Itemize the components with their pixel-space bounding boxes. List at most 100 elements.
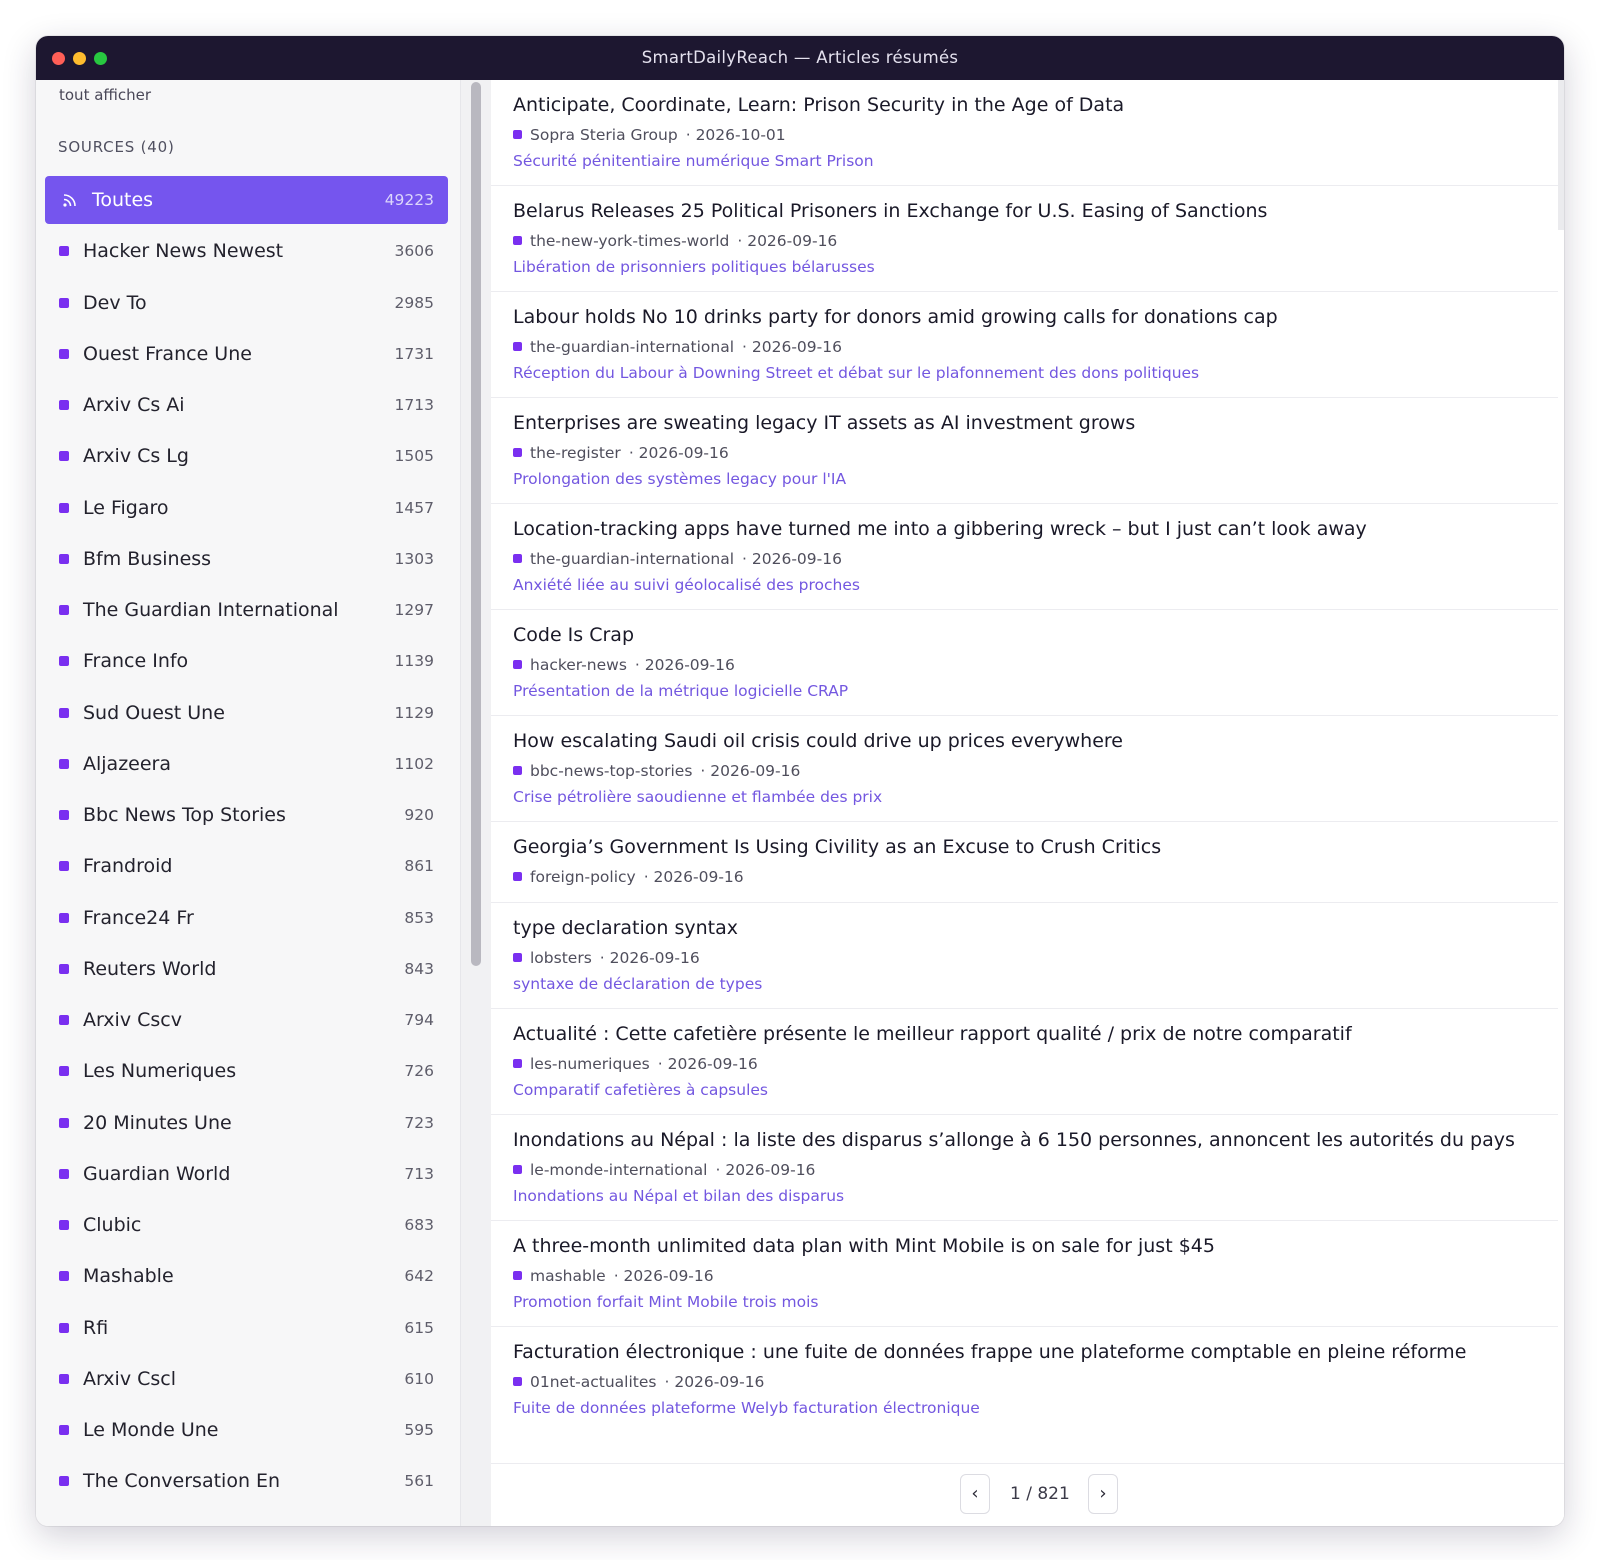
article-title[interactable]: Enterprises are sweating legacy IT asset… [513,412,1135,434]
article-source: bbc-news-top-stories [530,762,693,780]
source-item[interactable]: France Info 1139 [45,637,448,685]
article-title[interactable]: A three-month unlimited data plan with M… [513,1235,1215,1257]
article-summary[interactable]: Comparatif cafetières à capsules [513,1081,768,1099]
article-summary[interactable]: syntaxe de déclaration de types [513,975,762,993]
source-color-bullet [59,861,69,872]
article-title[interactable]: Facturation électronique : une fuite de … [513,1341,1466,1363]
source-color-bullet [513,1059,522,1068]
article-summary[interactable]: Anxiété liée au suivi géolocalisé des pr… [513,576,860,594]
article-item[interactable]: Enterprises are sweating legacy IT asset… [491,398,1558,504]
article-summary[interactable]: Inondations au Népal et bilan des dispar… [513,1187,844,1205]
article-summary[interactable]: Fuite de données plateforme Welyb factur… [513,1399,980,1417]
source-item-all[interactable]: Toutes 49223 [45,176,448,224]
source-item[interactable]: Arxiv Cs Ai 1713 [45,381,448,429]
article-item[interactable]: Anticipate, Coordinate, Learn: Prison Se… [491,80,1558,186]
article-item[interactable]: type declaration syntax lobsters · 2026-09… [491,903,1558,1009]
prev-page-button[interactable]: ‹ [960,1474,990,1514]
article-title[interactable]: Inondations au Népal : la liste des disp… [513,1129,1515,1151]
source-color-bullet [513,766,522,775]
source-color-bullet [59,963,69,974]
source-item[interactable]: Ouest France Une 1731 [45,330,448,378]
source-item[interactable]: The Guardian International 1297 [45,586,448,634]
source-label: Bfm Business [83,547,212,570]
source-color-bullet [59,605,69,615]
source-color-bullet [59,246,69,257]
article-title[interactable]: Labour holds No 10 drinks party for dono… [513,306,1278,328]
article-title[interactable]: type declaration syntax [513,917,738,939]
next-page-button[interactable]: › [1088,1474,1118,1514]
source-item[interactable]: The Conversation En 561 [45,1457,448,1505]
article-summary[interactable]: Promotion forfait Mint Mobile trois mois [513,1293,819,1311]
source-item[interactable]: Reuters World 843 [45,945,448,993]
source-item[interactable]: Le Figaro 1457 [45,484,448,532]
article-title[interactable]: Belarus Releases 25 Political Prisoners … [513,200,1267,222]
title-bar: SmartDailyReach — Articles résumés [36,36,1564,80]
source-item[interactable]: Les Numeriques 726 [45,1047,448,1095]
article-summary[interactable]: Libération de prisonniers politiques bél… [513,258,875,276]
source-count: 1713 [394,396,434,414]
source-item[interactable]: Sud Ouest Une 1129 [45,689,448,737]
article-summary[interactable]: Réception du Labour à Downing Street et … [513,364,1199,382]
article-title[interactable]: How escalating Saudi oil crisis could dr… [513,730,1123,752]
article-title[interactable]: Anticipate, Coordinate, Learn: Prison Se… [513,94,1124,116]
source-item[interactable]: Arxiv Cscl 610 [45,1355,448,1403]
article-meta: 01net-actualites · 2026-09-16 [513,1373,764,1391]
source-label: Reuters World [83,957,217,980]
article-meta: le-monde-international · 2026-09-16 [513,1161,815,1179]
article-summary[interactable]: Crise pétrolière saoudienne et flambée d… [513,788,882,806]
source-item[interactable]: Rfi 615 [45,1304,448,1352]
source-item[interactable]: Arxiv Cs Lg 1505 [45,432,448,480]
article-title[interactable]: Georgia’s Government Is Using Civility a… [513,836,1161,858]
show-all-link[interactable]: tout afficher [59,86,151,104]
source-item[interactable]: Arxiv Cscv 794 [45,996,448,1044]
source-item[interactable]: Frandroid 861 [45,842,448,890]
source-color-bullet [513,872,522,881]
source-item[interactable]: Aljazeera 1102 [45,740,448,788]
article-title[interactable]: Actualité : Cette cafetière présente le … [513,1023,1352,1045]
article-item[interactable]: How escalating Saudi oil crisis could dr… [491,716,1558,822]
source-item[interactable]: Bbc News Top Stories 920 [45,791,448,839]
source-item[interactable]: Bfm Business 1303 [45,535,448,583]
source-label: Les Numeriques [83,1060,237,1083]
article-list-scrollbar[interactable] [1558,80,1564,230]
source-color-bullet [513,342,522,351]
source-label: Dev To [83,291,147,314]
article-item[interactable]: Actualité : Cette cafetière présente le … [491,1009,1558,1115]
source-label: The Conversation En [83,1470,281,1493]
source-item[interactable]: Dev To 2985 [45,279,448,327]
article-item[interactable]: Inondations au Népal : la liste des disp… [491,1115,1558,1221]
source-count: 1102 [394,754,434,773]
source-color-bullet [59,1015,69,1025]
article-item[interactable]: Labour holds No 10 drinks party for dono… [491,292,1558,398]
source-label: Arxiv Cscl [83,1367,176,1390]
article-item[interactable]: Location-tracking apps have turned me in… [491,504,1558,610]
article-title[interactable]: Code Is Crap [513,624,634,646]
article-summary[interactable]: Prolongation des systèmes legacy pour l'… [513,470,846,488]
source-count: 49223 [384,191,434,209]
sidebar-scrollbar[interactable] [460,80,492,1526]
sidebar-scrollbar-thumb[interactable] [471,82,481,966]
article-summary[interactable]: Présentation de la métrique logicielle C… [513,682,848,700]
source-color-bullet [513,1377,522,1386]
source-count: 1129 [394,703,434,722]
source-item[interactable]: Hacker News Newest 3606 [45,227,448,275]
source-item[interactable]: Mashable 642 [45,1252,448,1300]
source-color-bullet [59,758,69,769]
source-count: 920 [404,806,434,824]
source-item[interactable]: Guardian World 713 [45,1150,448,1198]
source-label: Bbc News Top Stories [83,804,286,826]
source-item[interactable]: 20 Minutes Une 723 [45,1099,448,1147]
article-summary[interactable]: Sécurité pénitentiaire numérique Smart P… [513,152,874,170]
source-item[interactable]: Clubic 683 [45,1201,448,1249]
article-meta: les-numeriques · 2026-09-16 [513,1055,758,1073]
article-date: · 2026-10-01 [685,126,786,144]
article-item[interactable]: Code Is Crap hacker-news · 2026-09-16 Prése… [491,610,1558,716]
article-title[interactable]: Location-tracking apps have turned me in… [513,518,1367,540]
article-item[interactable]: Belarus Releases 25 Political Prisoners … [491,186,1558,292]
source-item[interactable]: Le Monde Une 595 [45,1406,448,1454]
article-item[interactable]: Facturation électronique : une fuite de … [491,1327,1558,1428]
article-item[interactable]: Georgia’s Government Is Using Civility a… [491,822,1558,903]
source-color-bullet [59,810,69,820]
source-item[interactable]: France24 Fr 853 [45,894,448,942]
article-item[interactable]: A three-month unlimited data plan with M… [491,1221,1558,1327]
